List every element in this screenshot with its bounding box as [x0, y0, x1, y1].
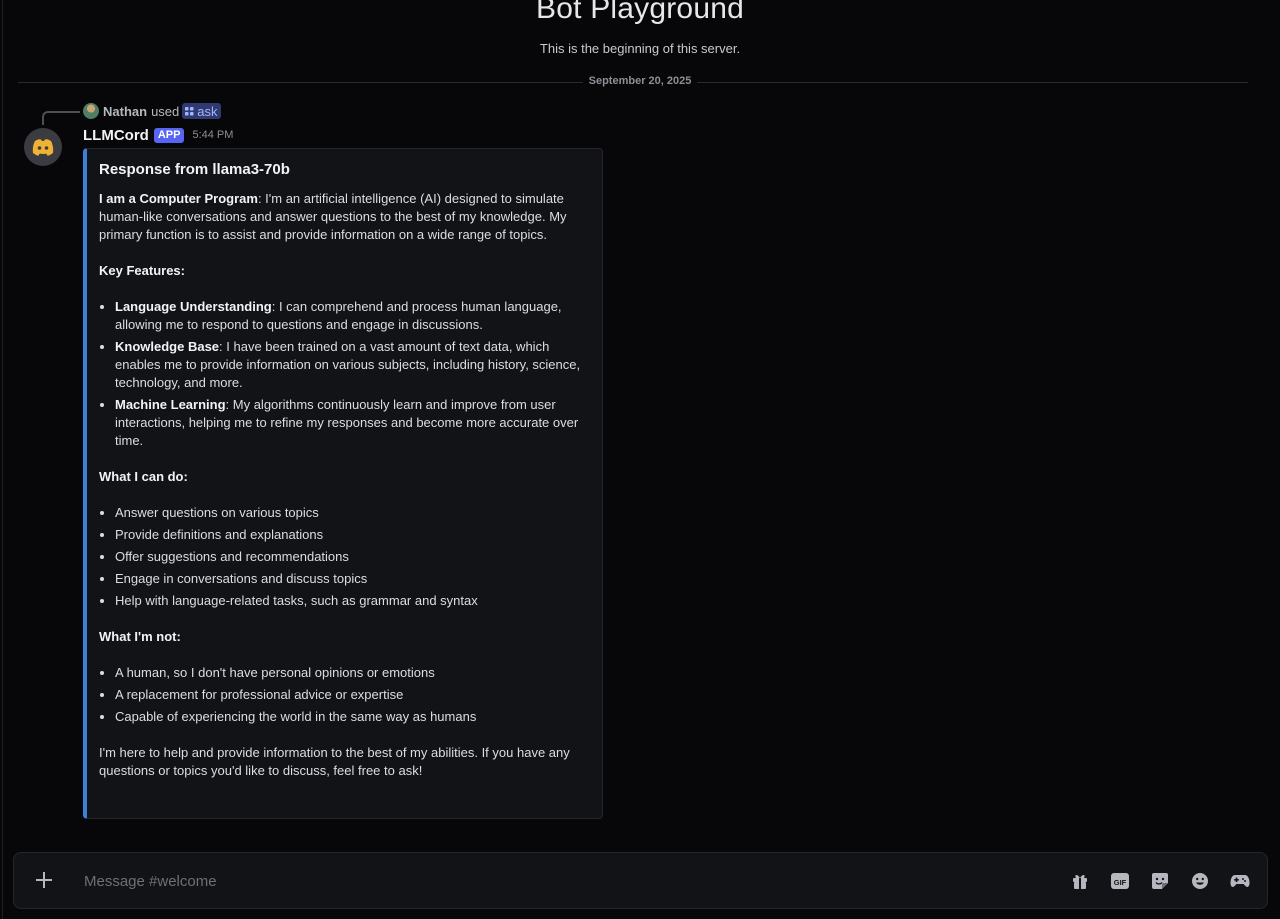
server-subtitle: This is the beginning of this server. — [539, 41, 741, 56]
reply-spine — [42, 111, 80, 125]
can-do-heading: What I can do: — [99, 469, 188, 484]
window-edge — [2, 0, 3, 919]
bot-avatar[interactable] — [24, 128, 62, 166]
response-embed: Response from llama3-70b I am a Computer… — [83, 148, 603, 819]
feature-name: Knowledge Base — [115, 339, 220, 354]
reply-username[interactable]: Nathan — [103, 104, 147, 119]
server-title: Bot Playground — [536, 0, 744, 25]
can-do-list: Answer questions on various topics Provi… — [99, 504, 588, 610]
slash-command-icon — [185, 106, 194, 115]
gift-button[interactable] — [1069, 870, 1091, 892]
list-item: Engage in conversations and discuss topi… — [115, 570, 588, 588]
list-item: Machine Learning: My algorithms continuo… — [115, 396, 588, 450]
date-divider-label: September 20, 2025 — [582, 75, 698, 87]
intro-bold: I am a Computer Program — [99, 191, 258, 206]
user-avatar[interactable] — [83, 103, 99, 119]
list-item: Provide definitions and explanations — [115, 526, 588, 544]
gamepad-icon — [1230, 875, 1250, 887]
list-item: Knowledge Base: I have been trained on a… — [115, 338, 588, 392]
list-item: A human, so I don't have personal opinio… — [115, 664, 588, 682]
app-badge: APP — [153, 127, 185, 143]
message-composer: GIF — [13, 852, 1268, 909]
date-divider: September 20, 2025 — [0, 75, 1280, 87]
not-heading: What I'm not: — [99, 629, 181, 644]
apps-button[interactable] — [1229, 870, 1251, 892]
command-name: ask — [197, 103, 218, 119]
command-usage-line[interactable]: Nathan used ask — [83, 103, 221, 119]
message-header: LLMCord APP 5:44 PM — [83, 126, 233, 144]
key-features-list: Language Understanding: I can comprehend… — [99, 298, 588, 450]
message-timestamp[interactable]: 5:44 PM — [192, 129, 233, 141]
upload-button[interactable] — [33, 869, 55, 891]
list-item: Capable of experiencing the world in the… — [115, 708, 588, 726]
sticker-icon — [1152, 873, 1168, 889]
embed-title: Response from llama3-70b — [99, 161, 290, 178]
list-item: Language Understanding: I can comprehend… — [115, 298, 588, 334]
list-item: Help with language-related tasks, such a… — [115, 592, 588, 610]
key-features-heading: Key Features: — [99, 263, 185, 278]
plus-icon — [36, 872, 52, 888]
gif-button[interactable]: GIF — [1109, 870, 1131, 892]
reply-used-text: used — [151, 103, 180, 119]
list-item: Offer suggestions and recommendations — [115, 548, 588, 566]
discord-channel-view: Bot Playground This is the beginning of … — [0, 0, 1280, 919]
emoji-button[interactable] — [1189, 870, 1211, 892]
embed-intro: I am a Computer Program: I'm an artifici… — [99, 190, 588, 244]
command-chip[interactable]: ask — [182, 103, 221, 119]
message-input[interactable] — [82, 867, 986, 895]
author-name[interactable]: LLMCord — [83, 127, 149, 144]
list-item: Answer questions on various topics — [115, 504, 588, 522]
feature-name: Machine Learning — [115, 397, 226, 412]
sticker-button[interactable] — [1149, 870, 1171, 892]
list-item: A replacement for professional advice or… — [115, 686, 588, 704]
discord-logo-icon — [32, 139, 54, 156]
gift-icon — [1073, 874, 1087, 889]
not-list: A human, so I don't have personal opinio… — [99, 664, 588, 726]
feature-name: Language Understanding — [115, 299, 272, 314]
gif-icon: GIF — [1111, 873, 1129, 889]
embed-closing: I'm here to help and provide information… — [99, 745, 570, 778]
emoji-icon — [1192, 873, 1208, 889]
svg-text:GIF: GIF — [1114, 878, 1127, 887]
